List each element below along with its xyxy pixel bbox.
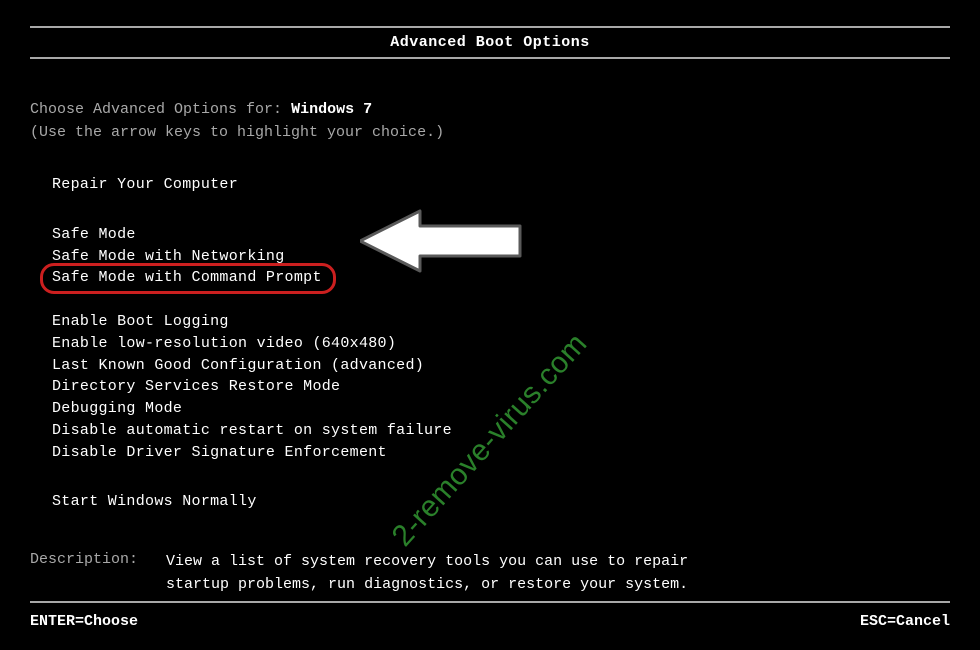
- menu-last-known-good[interactable]: Last Known Good Configuration (advanced): [52, 355, 424, 377]
- intro-block: Choose Advanced Options for: Windows 7 (…: [30, 99, 950, 144]
- boot-options-screen: Advanced Boot Options Choose Advanced Op…: [0, 0, 980, 650]
- divider-under-title: [30, 57, 950, 59]
- footer-enter: ENTER=Choose: [30, 613, 138, 630]
- menu-safe-mode[interactable]: Safe Mode: [52, 224, 136, 246]
- footer-esc: ESC=Cancel: [860, 613, 950, 630]
- divider-top: [30, 26, 950, 28]
- menu-disable-driver-sig[interactable]: Disable Driver Signature Enforcement: [52, 442, 387, 464]
- boot-menu[interactable]: Repair Your Computer Safe Mode Safe Mode…: [52, 174, 950, 513]
- os-name: Windows 7: [291, 101, 372, 118]
- menu-ds-restore-mode[interactable]: Directory Services Restore Mode: [52, 376, 340, 398]
- description-block: Description: View a list of system recov…: [30, 551, 950, 596]
- footer: ENTER=Choose ESC=Cancel: [30, 595, 950, 630]
- intro-hint: (Use the arrow keys to highlight your ch…: [30, 124, 444, 141]
- menu-group-normal: Start Windows Normally: [52, 491, 950, 513]
- menu-group-advanced: Enable Boot Logging Enable low-resolutio…: [52, 311, 950, 463]
- menu-group-safemode: Safe Mode Safe Mode with Networking Safe…: [52, 224, 950, 289]
- menu-low-res-video[interactable]: Enable low-resolution video (640x480): [52, 333, 396, 355]
- menu-safe-mode-networking[interactable]: Safe Mode with Networking: [52, 246, 285, 268]
- menu-start-normally[interactable]: Start Windows Normally: [52, 491, 257, 513]
- menu-disable-auto-restart[interactable]: Disable automatic restart on system fail…: [52, 420, 452, 442]
- page-title: Advanced Boot Options: [30, 34, 950, 51]
- menu-safe-mode-command-prompt-wrap: Safe Mode with Command Prompt: [52, 267, 322, 289]
- menu-repair-your-computer[interactable]: Repair Your Computer: [52, 174, 238, 196]
- menu-group-repair: Repair Your Computer: [52, 174, 950, 196]
- description-text: View a list of system recovery tools you…: [166, 551, 726, 596]
- divider-footer: [30, 601, 950, 603]
- menu-debugging-mode[interactable]: Debugging Mode: [52, 398, 182, 420]
- menu-safe-mode-command-prompt[interactable]: Safe Mode with Command Prompt: [52, 267, 322, 289]
- menu-enable-boot-logging[interactable]: Enable Boot Logging: [52, 311, 229, 333]
- footer-row: ENTER=Choose ESC=Cancel: [30, 609, 950, 630]
- intro-prefix: Choose Advanced Options for:: [30, 101, 282, 118]
- description-label: Description:: [30, 551, 138, 596]
